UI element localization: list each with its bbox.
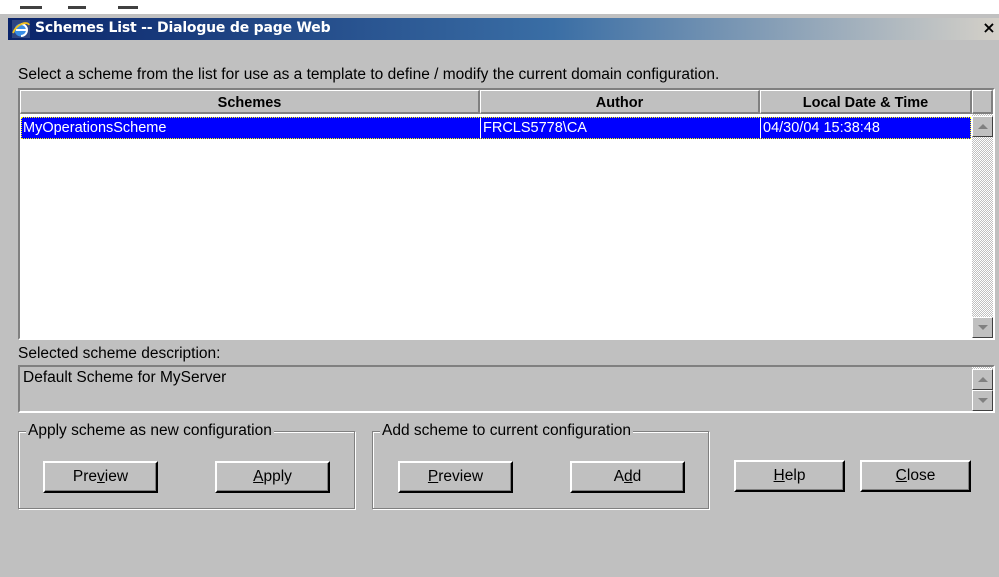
background-window-strip (0, 0, 999, 14)
apply-button[interactable]: Apply (215, 461, 330, 493)
label-part: elp (784, 467, 806, 484)
cell-author: FRCLS5778\CA (480, 118, 761, 138)
strip-mark (118, 6, 138, 9)
accelerator-key: A (253, 468, 264, 485)
arrow-down-icon (978, 398, 988, 403)
label-part: d (632, 468, 642, 485)
accelerator-key: v (97, 468, 105, 485)
scroll-up-button[interactable] (972, 116, 993, 137)
add-group-legend: Add scheme to current configuration (380, 422, 633, 440)
scroll-up-button[interactable] (972, 369, 993, 390)
schemes-table[interactable]: Schemes Author Local Date & Time MyOpera… (18, 88, 995, 340)
table-scrollbar[interactable] (972, 114, 993, 338)
instruction-text: Select a scheme from the list for use as… (18, 66, 720, 83)
label-part: A (613, 468, 625, 485)
column-header-schemes[interactable]: Schemes (20, 90, 480, 114)
strip-mark (68, 6, 86, 9)
apply-preview-button[interactable]: Preview (43, 461, 158, 493)
apply-group-legend: Apply scheme as new configuration (26, 422, 274, 440)
label-part: iew (104, 468, 129, 485)
description-scrollbar[interactable] (972, 367, 993, 411)
description-field[interactable]: Default Scheme for MyServer (18, 365, 995, 413)
column-header-datetime[interactable]: Local Date & Time (760, 90, 972, 114)
add-button[interactable]: Add (570, 461, 685, 493)
close-button[interactable]: Close (860, 460, 971, 492)
scroll-down-button[interactable] (972, 317, 993, 338)
accelerator-key: d (624, 468, 633, 485)
accelerator-key: H (773, 467, 785, 484)
column-header-author[interactable]: Author (480, 90, 760, 114)
label-part: pply (263, 468, 292, 485)
scroll-down-button[interactable] (972, 390, 993, 411)
table-row[interactable]: MyOperationsScheme FRCLS5778\CA 04/30/04… (21, 117, 971, 139)
label-part: lose (906, 467, 936, 484)
strip-mark (20, 6, 42, 9)
help-button[interactable]: Help (734, 460, 845, 492)
label-part: review (438, 468, 484, 485)
column-header-corner (972, 90, 993, 114)
window-title: Schemes List -- Dialogue de page Web (35, 20, 331, 36)
arrow-up-icon (978, 377, 988, 382)
accelerator-key: C (895, 467, 907, 484)
accelerator-key: P (427, 468, 439, 485)
add-preview-button[interactable]: Preview (398, 461, 513, 493)
close-window-icon[interactable]: × (981, 20, 997, 36)
description-label: Selected scheme description: (18, 345, 221, 362)
internet-explorer-icon (12, 20, 30, 38)
label-part: Pre (72, 468, 98, 485)
add-scheme-group: Add scheme to current configuration Prev… (372, 422, 709, 509)
cell-datetime: 04/30/04 15:38:48 (760, 118, 971, 138)
arrow-up-icon (978, 124, 988, 129)
apply-scheme-group: Apply scheme as new configuration Previe… (18, 422, 355, 509)
title-bar[interactable]: Schemes List -- Dialogue de page Web × (8, 18, 999, 40)
arrow-down-icon (978, 325, 988, 330)
description-text: Default Scheme for MyServer (23, 369, 227, 386)
cell-scheme: MyOperationsScheme (23, 120, 167, 136)
